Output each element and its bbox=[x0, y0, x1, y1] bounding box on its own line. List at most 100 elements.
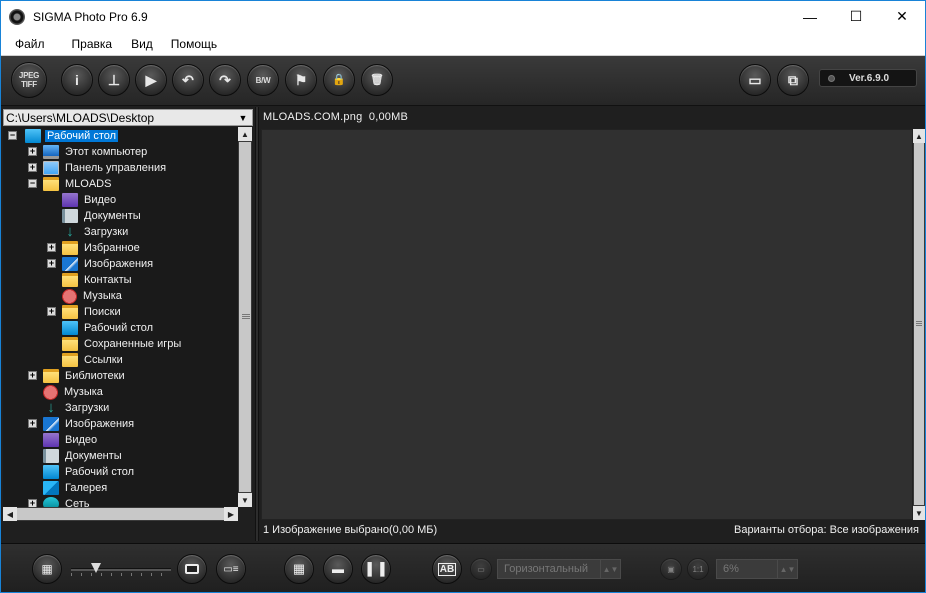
orientation-select[interactable]: Горизонтальный ▲▼ bbox=[497, 559, 621, 579]
rotate-right-button[interactable]: ↷ bbox=[209, 64, 241, 96]
tree-item[interactable]: Документы bbox=[43, 448, 124, 464]
tree-item[interactable]: Галерея bbox=[43, 480, 109, 496]
scroll-left-icon[interactable]: ◀ bbox=[3, 507, 17, 521]
menu-file[interactable]: Файл bbox=[7, 37, 53, 51]
tree-item[interactable]: Сохраненные игры bbox=[62, 336, 183, 352]
layout-side-button[interactable]: ▌▐ bbox=[361, 554, 391, 584]
tree-scroll-thumb[interactable] bbox=[239, 142, 251, 492]
spinner-icon[interactable]: ▲▼ bbox=[777, 560, 797, 578]
tree-hscroll-thumb[interactable] bbox=[17, 508, 224, 520]
tree-vertical-scrollbar[interactable]: ▲ ▼ bbox=[238, 127, 252, 507]
tree-expander[interactable]: + bbox=[28, 419, 37, 428]
scroll-up-icon[interactable]: ▲ bbox=[913, 129, 925, 143]
menu-help[interactable]: Помощь bbox=[163, 37, 225, 51]
tree-item[interactable]: Панель управления bbox=[43, 160, 168, 176]
version-label: Ver.6.9.0 bbox=[849, 72, 890, 84]
actual-size-button[interactable]: 1:1 bbox=[687, 558, 709, 580]
tree-item[interactable]: Ссылки bbox=[62, 352, 125, 368]
tree-item[interactable]: MLOADS bbox=[43, 176, 113, 192]
side-panel-icon: ▌▐ bbox=[367, 562, 385, 576]
tree-item[interactable]: ↓ Загрузки bbox=[43, 400, 111, 416]
orientation-button[interactable]: ▭ bbox=[470, 558, 492, 580]
list-view-button[interactable]: ▭≡ bbox=[216, 554, 246, 584]
tree-expander[interactable]: + bbox=[28, 499, 37, 507]
layout-filmstrip-button[interactable]: ▬ bbox=[323, 554, 353, 584]
folder-path-select[interactable]: C:\Users\MLOADS\Desktop ▼ bbox=[3, 109, 253, 126]
single-view-button[interactable] bbox=[177, 554, 207, 584]
tree-horizontal-scrollbar[interactable]: ◀ ▶ bbox=[3, 507, 238, 521]
tree-expander[interactable]: + bbox=[47, 307, 56, 316]
fit-window-button[interactable]: ▣ bbox=[660, 558, 682, 580]
tree-item[interactable]: Этот компьютер bbox=[43, 144, 149, 160]
tree-item[interactable]: Библиотеки bbox=[43, 368, 127, 384]
flag-icon: ⚑ bbox=[294, 72, 308, 88]
spinner-icon[interactable]: ▲▼ bbox=[600, 560, 620, 578]
rotate-left-icon: ↶ bbox=[182, 72, 194, 88]
close-button[interactable]: ✕ bbox=[879, 1, 925, 32]
scroll-down-icon[interactable]: ▼ bbox=[913, 506, 925, 520]
chevron-down-icon[interactable]: ▼ bbox=[234, 110, 252, 125]
tree-expander[interactable]: + bbox=[47, 243, 56, 252]
compare-ab-button[interactable]: AB bbox=[432, 554, 462, 584]
menu-view[interactable]: Вид bbox=[123, 37, 161, 51]
tree-expander[interactable]: + bbox=[47, 259, 56, 268]
tree-item[interactable]: Рабочий стол bbox=[25, 128, 119, 144]
tree-item-label: Рабочий стол bbox=[84, 322, 154, 334]
tree-item[interactable]: Видео bbox=[62, 192, 118, 208]
folder-tree[interactable]: − Рабочий стол + Этот компьютер + Панель упра… bbox=[3, 127, 238, 507]
tree-item[interactable]: Контакты bbox=[62, 272, 134, 288]
tree-expander[interactable]: − bbox=[8, 131, 17, 140]
tree-item[interactable]: Документы bbox=[62, 208, 143, 224]
tree-item[interactable]: Поиски bbox=[62, 304, 123, 320]
delete-button[interactable]: 🗑 bbox=[361, 64, 393, 96]
selection-status: 1 Изображение выбрано(0,00 МБ) bbox=[263, 524, 438, 536]
docs-icon bbox=[62, 209, 78, 223]
viewer-scroll-thumb[interactable] bbox=[914, 143, 924, 505]
tree-item[interactable]: Видео bbox=[43, 432, 99, 448]
dl-icon: ↓ bbox=[66, 223, 74, 240]
panel-splitter[interactable] bbox=[255, 107, 259, 541]
rotate-left-button[interactable]: ↶ bbox=[172, 64, 204, 96]
tree-item[interactable]: Изображения bbox=[43, 416, 136, 432]
lock-button[interactable]: 🔒 bbox=[323, 64, 355, 96]
trash-icon: 🗑 bbox=[370, 73, 384, 86]
scroll-down-icon[interactable]: ▼ bbox=[238, 493, 252, 507]
flag-button[interactable]: ⚑ bbox=[285, 64, 317, 96]
tree-item[interactable]: Музыка bbox=[43, 384, 105, 400]
slideshow-button[interactable]: ▶ bbox=[135, 64, 167, 96]
tree-item[interactable]: Рабочий стол bbox=[62, 320, 155, 336]
tree-expander[interactable]: + bbox=[28, 147, 37, 156]
tree-item-label: Поиски bbox=[84, 306, 121, 318]
maximize-button[interactable]: ☐ bbox=[833, 1, 879, 32]
slider-handle[interactable] bbox=[91, 563, 101, 573]
image-viewer[interactable] bbox=[261, 129, 913, 520]
minimize-button[interactable]: — bbox=[787, 1, 833, 32]
jpeg-tiff-button[interactable]: JPEG TIFF bbox=[11, 62, 47, 98]
bw-button[interactable]: B/W bbox=[247, 64, 279, 96]
menu-edit[interactable]: Правка bbox=[64, 37, 121, 51]
folder-icon bbox=[43, 369, 59, 383]
scroll-right-icon[interactable]: ▶ bbox=[224, 507, 238, 521]
tree-item[interactable]: Музыка bbox=[62, 288, 124, 304]
tree-expander[interactable]: + bbox=[28, 371, 37, 380]
tree-item[interactable]: Избранное bbox=[62, 240, 142, 256]
multi-window-button[interactable]: ⧉ bbox=[777, 64, 809, 96]
tree-item-label: Документы bbox=[65, 450, 122, 462]
thumbnail-size-slider[interactable] bbox=[71, 568, 171, 571]
zoom-select[interactable]: 6% ▲▼ bbox=[716, 559, 798, 579]
info-button[interactable]: i bbox=[61, 64, 93, 96]
single-window-button[interactable]: ▭ bbox=[739, 64, 771, 96]
tree-item[interactable]: Изображения bbox=[62, 256, 155, 272]
tree-item[interactable]: Сеть bbox=[43, 496, 91, 507]
tree-expander[interactable]: + bbox=[28, 163, 37, 172]
viewer-vertical-scrollbar[interactable]: ▲ ▼ bbox=[913, 129, 925, 520]
lock-icon: 🔒 bbox=[332, 73, 346, 86]
tree-item[interactable]: Рабочий стол bbox=[43, 464, 136, 480]
thumbnail-grid-button[interactable]: ▦ bbox=[32, 554, 62, 584]
layout-thumbnails-button[interactable]: ▦ bbox=[284, 554, 314, 584]
stamp-button[interactable]: ⊥ bbox=[98, 64, 130, 96]
tree-expander[interactable]: − bbox=[28, 179, 37, 188]
window-title: SIGMA Photo Pro 6.9 bbox=[33, 9, 148, 24]
scroll-up-icon[interactable]: ▲ bbox=[238, 127, 252, 141]
tree-item[interactable]: ↓ Загрузки bbox=[62, 224, 130, 240]
